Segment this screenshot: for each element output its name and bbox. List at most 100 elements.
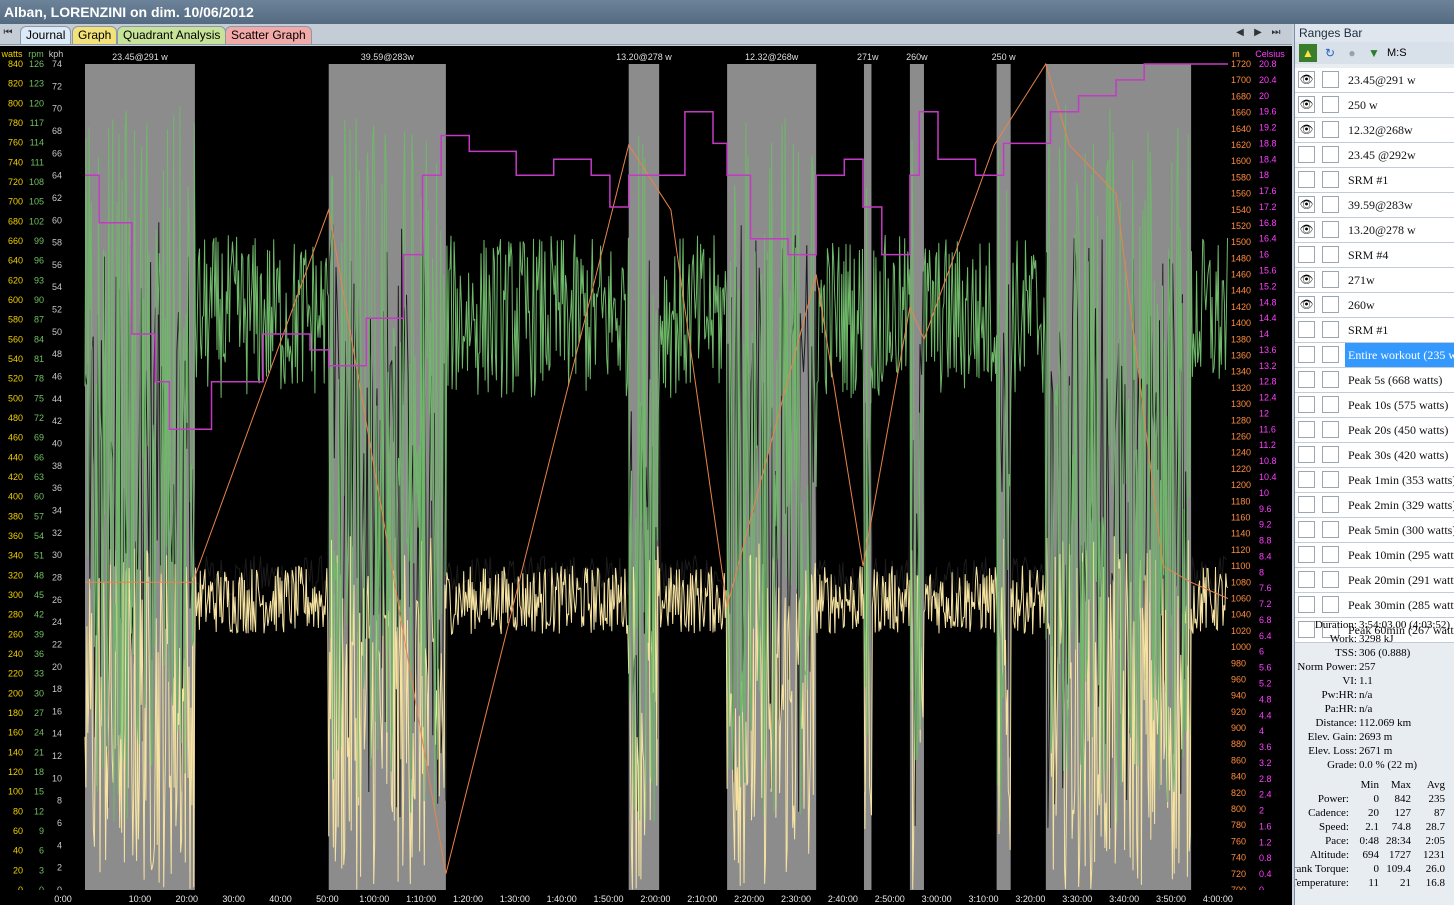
visibility-toggle[interactable] xyxy=(1298,521,1315,538)
chart-icon[interactable]: ▲ xyxy=(1299,44,1317,62)
tree-icon[interactable]: ▼ xyxy=(1365,44,1383,62)
range-checkbox[interactable] xyxy=(1322,121,1339,138)
celsius-tick-label: 14.4 xyxy=(1259,313,1277,323)
eye-icon[interactable]: 👁 xyxy=(1298,121,1315,138)
visibility-toggle[interactable] xyxy=(1298,471,1315,488)
range-checkbox[interactable] xyxy=(1322,71,1339,88)
range-row[interactable]: Peak 10s (575 watts) xyxy=(1295,393,1454,418)
range-checkbox[interactable] xyxy=(1322,546,1339,563)
range-checkbox[interactable] xyxy=(1322,496,1339,513)
visibility-toggle[interactable] xyxy=(1298,171,1315,188)
range-checkbox[interactable] xyxy=(1322,271,1339,288)
range-row[interactable]: 👁 12.32@268w xyxy=(1295,118,1454,143)
eye-icon[interactable]: 👁 xyxy=(1298,271,1315,288)
refresh-icon[interactable]: ↻ xyxy=(1321,44,1339,62)
range-row[interactable]: 👁 39.59@283w xyxy=(1295,193,1454,218)
range-checkbox[interactable] xyxy=(1322,296,1339,313)
graph-canvas[interactable]: 23.45@291 w 39.59@283w 13.20@278 w 12.32@26… xyxy=(0,46,1292,905)
range-checkbox[interactable] xyxy=(1322,246,1339,263)
time-format-label[interactable]: M:S xyxy=(1387,47,1407,59)
range-row[interactable]: SRM #1 xyxy=(1295,168,1454,193)
tab-nav-next-button[interactable]: ▶ xyxy=(1252,27,1264,38)
range-row[interactable]: Peak 20s (450 watts) xyxy=(1295,418,1454,443)
watts-tick-label: 340 xyxy=(8,551,23,561)
range-checkbox[interactable] xyxy=(1322,371,1339,388)
range-checkbox[interactable] xyxy=(1322,571,1339,588)
range-checkbox[interactable] xyxy=(1322,396,1339,413)
eye-icon[interactable]: 👁 xyxy=(1298,196,1315,213)
range-row[interactable]: Peak 1min (353 watts) xyxy=(1295,468,1454,493)
time-tick-label: 4:00:00 xyxy=(1203,894,1233,904)
range-row[interactable]: Peak 10min (295 watts) xyxy=(1295,543,1454,568)
tab-nav-first-button[interactable]: ⏮ xyxy=(2,27,14,38)
rpm-tick-label: 120 xyxy=(29,98,44,108)
range-checkbox[interactable] xyxy=(1322,196,1339,213)
altitude-tick-label: 1040 xyxy=(1231,610,1251,620)
range-row[interactable]: 👁 13.20@278 w xyxy=(1295,218,1454,243)
tab-nav-last-button[interactable]: ⏭ xyxy=(1270,27,1282,38)
range-row[interactable]: Peak 5min (300 watts) xyxy=(1295,518,1454,543)
visibility-toggle[interactable] xyxy=(1298,421,1315,438)
range-checkbox[interactable] xyxy=(1322,471,1339,488)
range-row[interactable]: 👁 250 w xyxy=(1295,93,1454,118)
range-row[interactable]: 👁 23.45@291 w xyxy=(1295,68,1454,93)
eye-icon[interactable]: 👁 xyxy=(1298,71,1315,88)
altitude-tick-label: 1480 xyxy=(1231,253,1251,263)
workout-graph[interactable]: 23.45@291 w 39.59@283w 13.20@278 w 12.32@26… xyxy=(0,46,1292,905)
altitude-tick-label: 1380 xyxy=(1231,334,1251,344)
range-checkbox[interactable] xyxy=(1322,446,1339,463)
visibility-toggle[interactable] xyxy=(1298,321,1315,338)
range-checkbox[interactable] xyxy=(1322,321,1339,338)
range-row[interactable]: 23.45 @292w xyxy=(1295,143,1454,168)
celsius-tick-label: 19.6 xyxy=(1259,107,1277,117)
tab-nav-prev-button[interactable]: ◀ xyxy=(1234,27,1246,38)
range-row[interactable]: 👁 260w xyxy=(1295,293,1454,318)
circle-icon[interactable]: ● xyxy=(1343,44,1361,62)
kph-tick-label: 10 xyxy=(52,773,62,783)
altitude-tick-label: 1420 xyxy=(1231,302,1251,312)
tab-journal[interactable]: Journal xyxy=(20,26,72,44)
range-row[interactable]: Peak 30min (285 watts) xyxy=(1295,593,1454,618)
range-checkbox[interactable] xyxy=(1322,221,1339,238)
range-checkbox[interactable] xyxy=(1322,96,1339,113)
rpm-tick-label: 87 xyxy=(34,315,44,325)
tab-graph[interactable]: Graph xyxy=(72,26,118,44)
visibility-toggle[interactable] xyxy=(1298,546,1315,563)
range-checkbox[interactable] xyxy=(1322,146,1339,163)
time-tick-label: 2:30:00 xyxy=(781,894,811,904)
range-checkbox[interactable] xyxy=(1322,521,1339,538)
range-checkbox[interactable] xyxy=(1322,596,1339,613)
range-row[interactable]: Peak 5s (668 watts) xyxy=(1295,368,1454,393)
range-checkbox[interactable] xyxy=(1322,346,1339,363)
range-label: 12.32@268w xyxy=(1348,123,1413,137)
tab-scatter-graph[interactable]: Scatter Graph xyxy=(225,26,312,44)
visibility-toggle[interactable] xyxy=(1298,571,1315,588)
range-row[interactable]: 👁 271w xyxy=(1295,268,1454,293)
stat-value: 112.069 km xyxy=(1359,717,1412,729)
tab-quadrant-analysis[interactable]: Quadrant Analysis xyxy=(117,26,227,44)
range-row[interactable]: Entire workout (235 watts) xyxy=(1295,343,1454,368)
kph-tick-label: 60 xyxy=(52,215,62,225)
visibility-toggle[interactable] xyxy=(1298,346,1315,363)
range-label: 271w xyxy=(1348,273,1375,287)
range-row[interactable]: Peak 30s (420 watts) xyxy=(1295,443,1454,468)
eye-icon[interactable]: 👁 xyxy=(1298,296,1315,313)
range-row[interactable]: Peak 20min (291 watts) xyxy=(1295,568,1454,593)
range-row[interactable]: SRM #4 xyxy=(1295,243,1454,268)
visibility-toggle[interactable] xyxy=(1298,246,1315,263)
visibility-toggle[interactable] xyxy=(1298,396,1315,413)
range-checkbox[interactable] xyxy=(1322,171,1339,188)
range-row[interactable]: Peak 2min (329 watts) xyxy=(1295,493,1454,518)
visibility-toggle[interactable] xyxy=(1298,371,1315,388)
visibility-toggle[interactable] xyxy=(1298,496,1315,513)
range-checkbox[interactable] xyxy=(1322,421,1339,438)
visibility-toggle[interactable] xyxy=(1298,446,1315,463)
eye-icon[interactable]: 👁 xyxy=(1298,96,1315,113)
altitude-tick-label: 1060 xyxy=(1231,593,1251,603)
visibility-toggle[interactable] xyxy=(1298,596,1315,613)
time-tick-label: 10:00 xyxy=(129,894,152,904)
eye-icon[interactable]: 👁 xyxy=(1298,221,1315,238)
metric-max: 28:34 xyxy=(1385,835,1411,847)
visibility-toggle[interactable] xyxy=(1298,146,1315,163)
range-row[interactable]: SRM #1 xyxy=(1295,318,1454,343)
